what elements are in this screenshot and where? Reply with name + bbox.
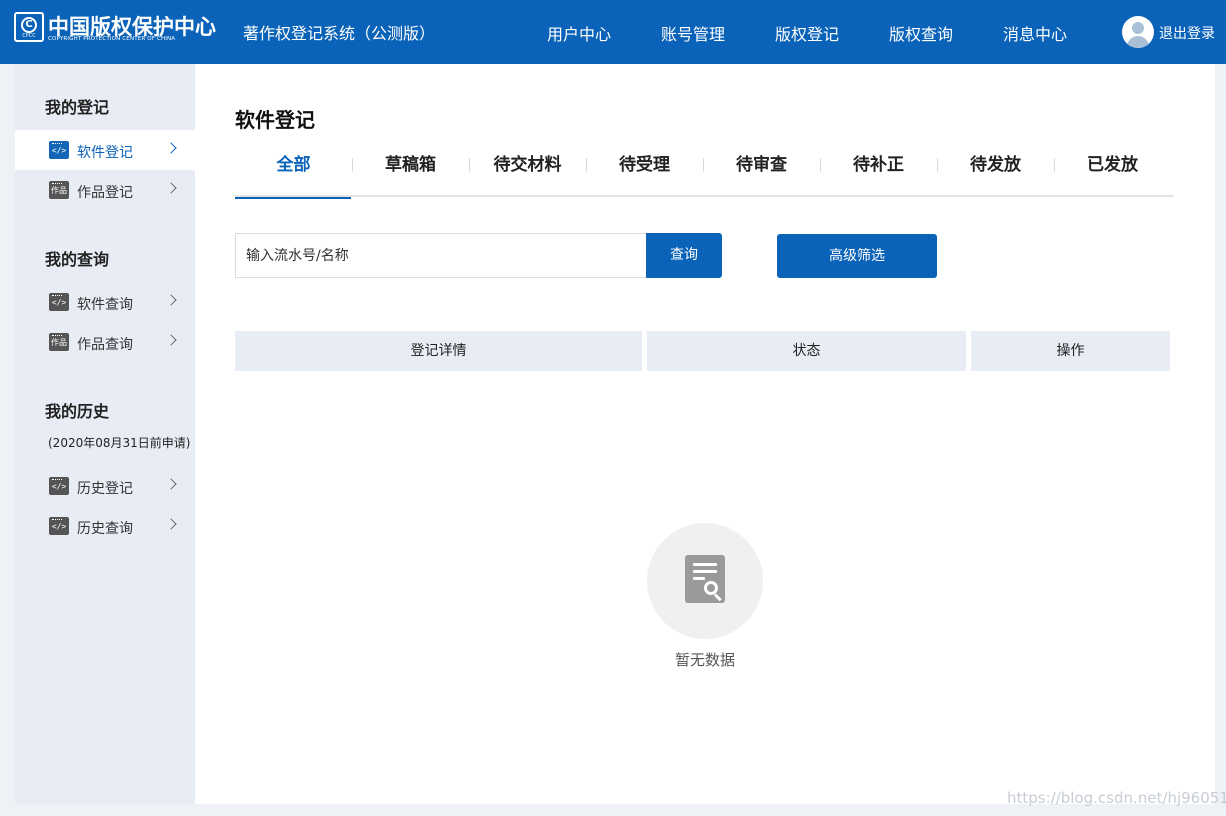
tab-pending-materials[interactable]: 待交材料: [469, 144, 586, 197]
sidebar: 我的登记 </> 软件登记 作品 作品登记 我的查询 </> 软件查询 作品 作…: [15, 64, 195, 804]
tab-pending-correction[interactable]: 待补正: [820, 144, 937, 197]
sidebar-item-history-registration[interactable]: </> 历史登记: [15, 466, 195, 506]
works-icon: 作品: [49, 181, 69, 199]
software-code-icon: </>: [49, 141, 69, 159]
works-icon: 作品: [49, 333, 69, 351]
chevron-right-icon: [165, 294, 177, 306]
column-header-actions: 操作: [971, 331, 1170, 371]
empty-state-text: 暂无数据: [674, 651, 735, 669]
software-code-icon: </>: [49, 293, 69, 311]
nav-copyright-query[interactable]: 版权查询: [889, 21, 953, 45]
sidebar-item-works-registration[interactable]: 作品 作品登记: [15, 170, 195, 210]
logout-link[interactable]: 退出登录: [1159, 23, 1215, 43]
document-search-icon: [685, 555, 725, 603]
empty-state-illustration: [647, 523, 763, 639]
nav-message-center[interactable]: 消息中心: [1003, 21, 1067, 45]
user-avatar-icon[interactable]: [1122, 16, 1154, 48]
nav-copyright-registration[interactable]: 版权登记: [775, 21, 839, 45]
search-button[interactable]: 查询: [646, 233, 722, 278]
tab-pending-review[interactable]: 待审查: [703, 144, 820, 197]
chevron-right-icon: [165, 142, 177, 154]
search-input[interactable]: [235, 233, 646, 278]
sidebar-section-my-registrations: 我的登记: [45, 98, 110, 117]
copyright-logo-icon: C CPCC: [14, 12, 44, 42]
status-tabs: 全部 草稿箱 待交材料 待受理 待审查 待补正 待发放 已发放: [235, 144, 1174, 199]
chevron-right-icon: [165, 182, 177, 194]
software-code-icon: </>: [49, 517, 69, 535]
nav-user-center[interactable]: 用户中心: [547, 21, 611, 45]
history-date-note: (2020年08月31日前申请): [48, 436, 191, 450]
chevron-right-icon: [165, 518, 177, 530]
page-title: 软件登记: [235, 108, 315, 132]
nav-account-management[interactable]: 账号管理: [661, 21, 725, 45]
system-title: 著作权登记系统（公测版）: [243, 24, 436, 43]
tab-all[interactable]: 全部: [235, 144, 352, 199]
sidebar-item-software-query[interactable]: </> 软件查询: [15, 282, 195, 322]
advanced-filter-button[interactable]: 高级筛选: [777, 234, 937, 278]
column-header-details: 登记详情: [235, 331, 642, 371]
sidebar-item-software-registration[interactable]: </> 软件登记: [15, 130, 195, 170]
watermark-url: https://blog.csdn.net/hj960511: [1007, 789, 1226, 807]
top-header: C CPCC 中国版权保护中心 COPYRIGHT PROTECTION CEN…: [0, 0, 1226, 64]
sidebar-item-history-query[interactable]: </> 历史查询: [15, 506, 195, 546]
chevron-right-icon: [165, 478, 177, 490]
column-header-status: 状态: [647, 331, 966, 371]
logo-english-name: COPYRIGHT PROTECTION CENTER OF CHINA: [48, 36, 176, 42]
tab-drafts[interactable]: 草稿箱: [352, 144, 469, 197]
chevron-right-icon: [165, 334, 177, 346]
sidebar-section-my-queries: 我的查询: [45, 250, 110, 269]
cpcc-logo[interactable]: C CPCC 中国版权保护中心 COPYRIGHT PROTECTION CEN…: [14, 12, 224, 46]
tab-pending-issuance[interactable]: 待发放: [937, 144, 1054, 197]
tab-issued[interactable]: 已发放: [1054, 144, 1171, 197]
tab-pending-acceptance[interactable]: 待受理: [586, 144, 703, 197]
main-content: 软件登记 全部 草稿箱 待交材料 待受理 待审查 待补正 待发放 已发放 查询 …: [195, 64, 1215, 804]
sidebar-section-my-history: 我的历史: [45, 402, 110, 421]
sidebar-item-works-query[interactable]: 作品 作品查询: [15, 322, 195, 362]
software-code-icon: </>: [49, 477, 69, 495]
